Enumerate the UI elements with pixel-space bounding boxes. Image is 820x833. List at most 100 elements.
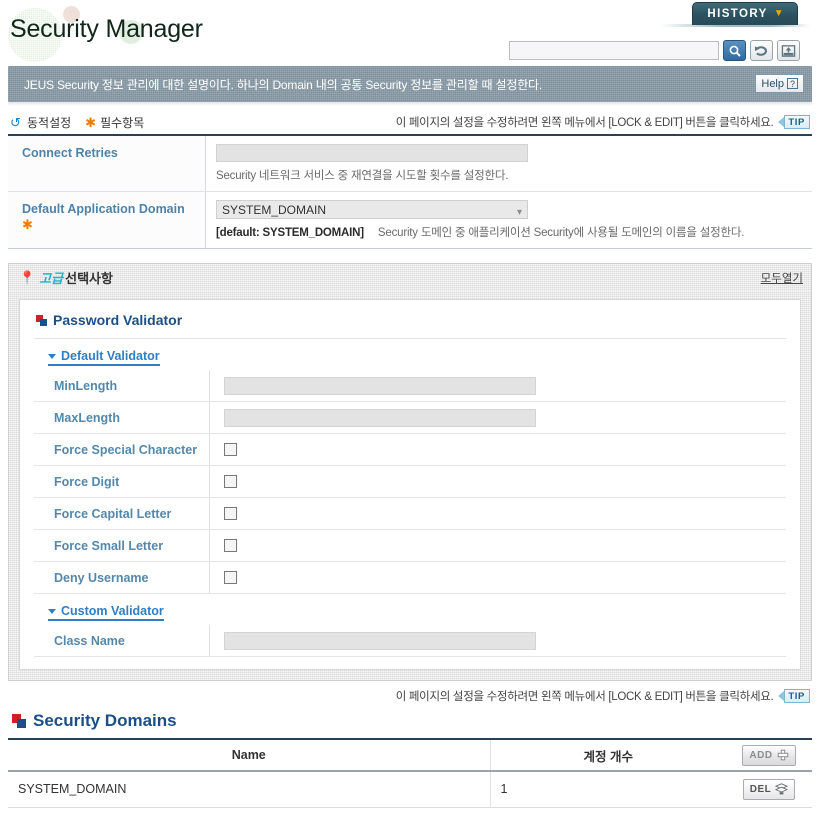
tip-badge-top[interactable]: TIP xyxy=(778,115,810,129)
default-validator-toggle[interactable]: Default Validator xyxy=(48,349,160,366)
add-button[interactable]: ADD xyxy=(742,744,796,766)
label-deny-username: Deny Username xyxy=(34,562,210,593)
pv-row-maxlength: MaxLength xyxy=(34,402,786,434)
minlength-input[interactable] xyxy=(224,376,536,395)
default-validator-label: Default Validator xyxy=(61,349,160,363)
triangle-down-icon xyxy=(48,608,56,614)
connect-retries-input[interactable] xyxy=(216,144,528,162)
hint-connect-retries: Security 네트워크 서비스 중 재연결을 시도할 횟수를 설정한다. xyxy=(216,167,802,183)
form-row-default-application-domain: Default Application Domain ✱ SYSTEM_DOMA… xyxy=(8,192,812,248)
table-body: SYSTEM_DOMAIN 1 DEL xyxy=(8,771,812,808)
value-force-capital-letter xyxy=(210,507,786,520)
pin-icon: 📍 xyxy=(19,270,36,285)
description-text: JEUS Security 정보 관리에 대한 설명이다. 하나의 Domain… xyxy=(24,77,543,92)
dynamic-config-icon: ↺ xyxy=(10,114,21,130)
label-default-application-domain: Default Application Domain ✱ xyxy=(8,192,206,248)
section-square-icon xyxy=(36,314,47,326)
force-small-letter-checkbox[interactable] xyxy=(224,539,237,552)
maxlength-input[interactable] xyxy=(224,408,536,427)
label-minlength: MinLength xyxy=(34,370,210,401)
tip-badge-bottom[interactable]: TIP xyxy=(778,689,810,703)
legend-dynamic: ↺ 동적설정 xyxy=(10,114,71,131)
xml-export-button[interactable] xyxy=(777,40,800,61)
pv-row-force-small-letter: Force Small Letter xyxy=(34,530,786,562)
default-application-domain-select[interactable]: SYSTEM_DOMAIN ▾ xyxy=(216,200,528,219)
history-button[interactable]: HISTORY ▼ xyxy=(692,2,798,25)
value-class-name xyxy=(210,631,786,650)
cell-domain-name: SYSTEM_DOMAIN xyxy=(8,771,490,808)
bottom-lock-note-row: 이 페이지의 설정을 수정하려면 왼쪽 메뉴에서 [LOCK & EDIT] 버… xyxy=(0,681,820,708)
refresh-button[interactable] xyxy=(750,40,773,61)
question-mark-icon: ? xyxy=(787,78,798,89)
legend-required: ✱ 필수항목 xyxy=(85,114,144,131)
bottom-lock-edit-note: 이 페이지의 설정을 수정하려면 왼쪽 메뉴에서 [LOCK & EDIT] 버… xyxy=(395,691,774,703)
advanced-panel-header: 📍 고급 선택사항 모두열기 xyxy=(8,263,812,291)
column-header-account-count: 계정 개수 xyxy=(489,739,726,772)
table-row[interactable]: SYSTEM_DOMAIN 1 DEL xyxy=(8,771,812,808)
pv-row-deny-username: Deny Username xyxy=(34,562,786,594)
legend-required-label: 필수항목 xyxy=(100,115,145,130)
triangle-down-icon xyxy=(48,353,56,359)
password-validator-box: Password Validator Default Validator Min… xyxy=(19,299,801,670)
legend-row: ↺ 동적설정 ✱ 필수항목 이 페이지의 설정을 수정하려면 왼쪽 메뉴에서 [… xyxy=(0,110,820,134)
advanced-title-label: 선택사항 xyxy=(65,271,113,286)
force-digit-checkbox[interactable] xyxy=(224,475,237,488)
force-capital-letter-checkbox[interactable] xyxy=(224,507,237,520)
legend-dynamic-label: 동적설정 xyxy=(27,115,72,130)
search-icon-button[interactable] xyxy=(723,40,746,61)
refresh-icon xyxy=(754,45,767,56)
del-label: DEL xyxy=(749,783,772,795)
label-text: Default Application Domain xyxy=(22,202,185,216)
custom-validator-label: Custom Validator xyxy=(61,604,164,618)
help-label: Help xyxy=(761,77,784,90)
advanced-panel-body: Password Validator Default Validator Min… xyxy=(8,291,812,681)
hint-text: Security 네트워크 서비스 중 재연결을 시도할 횟수를 설정한다. xyxy=(216,170,509,182)
plus-icon xyxy=(777,749,788,761)
hint-default-value: [default: SYSTEM_DOMAIN] xyxy=(216,227,364,239)
security-domains-title: Security Domains xyxy=(0,708,820,738)
security-domains-table: Name 계정 개수 ADD SYSTEM_DOMAIN 1 DEL xyxy=(8,738,812,808)
history-tab-wrap: HISTORY ▼ xyxy=(692,2,798,25)
value-minlength xyxy=(210,376,786,395)
default-validator-table: MinLength MaxLength Force Special Charac… xyxy=(34,370,786,594)
search-icon xyxy=(729,45,741,57)
custom-validator-table: Class Name xyxy=(34,625,786,657)
delete-button[interactable]: DEL xyxy=(742,778,796,800)
history-label: HISTORY xyxy=(707,8,768,20)
selected-option-label: SYSTEM_DOMAIN xyxy=(222,203,327,217)
title-text: Security Domains xyxy=(33,711,177,730)
class-name-input[interactable] xyxy=(224,631,536,650)
form-row-connect-retries: Connect Retries Security 네트워크 서비스 중 재연결을… xyxy=(8,136,812,192)
label-class-name: Class Name xyxy=(34,625,210,656)
asterisk-icon: ✱ xyxy=(85,114,97,130)
password-validator-title: Password Validator xyxy=(34,310,786,339)
label-connect-retries: Connect Retries xyxy=(8,136,206,191)
tip-label: TIP xyxy=(784,115,810,129)
advanced-options-panel: 📍 고급 선택사항 모두열기 Password Validator Defaul… xyxy=(8,263,812,681)
pv-row-force-capital-letter: Force Capital Letter xyxy=(34,498,786,530)
help-button[interactable]: Help ? xyxy=(755,74,804,93)
security-settings-table: Connect Retries Security 네트워크 서비스 중 재연결을… xyxy=(8,134,812,249)
search-toolbar xyxy=(509,40,800,61)
pv-row-minlength: MinLength xyxy=(34,370,786,402)
pv-row-class-name: Class Name xyxy=(34,625,786,657)
description-banner: JEUS Security 정보 관리에 대한 설명이다. 하나의 Domain… xyxy=(8,66,812,102)
value-force-special-character xyxy=(210,443,786,456)
hint-default-application-domain: [default: SYSTEM_DOMAIN] Security 도메인 중 … xyxy=(216,224,802,240)
cell-actions: DEL xyxy=(726,771,812,808)
label-text: Connect Retries xyxy=(22,146,118,160)
custom-validator-toggle[interactable]: Custom Validator xyxy=(48,604,164,621)
column-header-name: Name xyxy=(8,739,490,772)
table-head: Name 계정 개수 ADD xyxy=(8,739,812,772)
label-maxlength: MaxLength xyxy=(34,402,210,433)
force-special-character-checkbox[interactable] xyxy=(224,443,237,456)
lock-edit-note: 이 페이지의 설정을 수정하려면 왼쪽 메뉴에서 [LOCK & EDIT] 버… xyxy=(395,117,774,129)
hint-text: Security 도메인 중 애플리케이션 Security에 사용될 도메인의… xyxy=(377,227,745,239)
open-all-link[interactable]: 모두열기 xyxy=(761,270,803,286)
page-title: Security Manager xyxy=(10,15,203,43)
search-input[interactable] xyxy=(509,41,719,60)
deny-username-checkbox[interactable] xyxy=(224,571,237,584)
xml-export-icon xyxy=(781,44,796,57)
delete-stack-icon xyxy=(775,783,789,795)
value-force-digit xyxy=(210,475,786,488)
